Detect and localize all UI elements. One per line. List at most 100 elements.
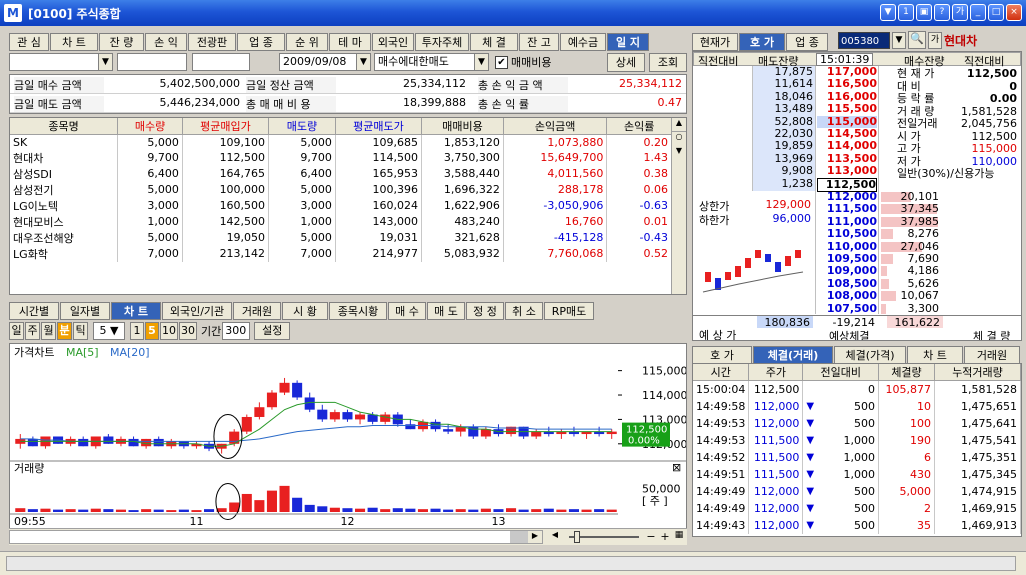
account-select[interactable]: ▼	[9, 53, 113, 71]
trade-row[interactable]: 15:00:04 112,500 0 105,877 1,581,528	[693, 380, 1021, 398]
zoom-handle[interactable]	[574, 531, 580, 543]
window-control-5[interactable]: _	[970, 4, 986, 21]
holdings-col[interactable]: 매도량	[268, 118, 336, 135]
left-tabs-4[interactable]: 전광판	[188, 33, 236, 51]
bottom-tabs-1[interactable]: 일자별	[60, 302, 110, 320]
period-button-3[interactable]: 분	[57, 322, 72, 340]
bottom-tabs-9[interactable]: 정 정	[466, 302, 504, 320]
bottom-tabs-6[interactable]: 종목시황	[329, 302, 387, 320]
left-tabs-6[interactable]: 순 위	[286, 33, 328, 51]
volume-close-icon[interactable]: ⊠	[672, 461, 681, 474]
right-tabs-0[interactable]: 현재가	[692, 33, 738, 51]
holdings-col[interactable]: 평균매도가	[335, 118, 423, 135]
holdings-col[interactable]: 매수량	[117, 118, 183, 135]
chart-grid-icon[interactable]: ▦	[673, 530, 685, 544]
table-row[interactable]: 삼성SDI 6,400 164,765 6,400 165,953 3,588,440 4,…	[10, 165, 672, 182]
scroll-right-icon[interactable]: ▶	[528, 531, 542, 543]
extra-field[interactable]	[192, 53, 250, 71]
window-control-2[interactable]: ▣	[916, 4, 932, 21]
period-button-0[interactable]: 일	[9, 322, 24, 340]
query-button[interactable]: 조회	[649, 53, 687, 72]
trade-row[interactable]: 14:49:49 112,000 ▼ 500 2 1,469,915	[693, 499, 1021, 517]
bottom-tabs-0[interactable]: 시간별	[9, 302, 59, 320]
holdings-col[interactable]: 매매비용	[421, 118, 504, 135]
scroll-down-icon[interactable]: ▼	[672, 146, 686, 160]
trade-tabs-1[interactable]: 체결(거래)	[753, 346, 833, 364]
window-control-4[interactable]: 가	[952, 4, 968, 21]
holdings-col[interactable]: 평균매입가	[182, 118, 270, 135]
table-row[interactable]: LG이노텍 3,000 160,500 3,000 160,024 1,622,906 -3…	[10, 197, 672, 214]
date-field[interactable]: 2009/09/08 ▼	[279, 53, 371, 71]
zoom-in-icon[interactable]: +	[659, 530, 671, 544]
interval-button-5[interactable]: 5	[145, 322, 159, 340]
left-tabs-1[interactable]: 차 트	[50, 33, 98, 51]
bottom-tabs-4[interactable]: 거래원	[233, 302, 281, 320]
bottom-tabs-5[interactable]: 시 황	[282, 302, 328, 320]
right-tabs-1[interactable]: 호 가	[739, 33, 785, 51]
holdings-col[interactable]: 손익률	[606, 118, 672, 135]
trade-row[interactable]: 14:49:53 111,500 ▼ 1,000 190 1,475,541	[693, 431, 1021, 449]
trades-col[interactable]: 전일대비	[802, 364, 879, 381]
trade-row[interactable]: 14:49:43 112,000 ▼ 500 35 1,469,913	[693, 516, 1021, 534]
bottom-tabs-7[interactable]: 매 수	[388, 302, 426, 320]
left-tabs-13[interactable]: 일 지	[607, 33, 649, 51]
chevron-down-icon[interactable]: ▼	[474, 54, 488, 70]
interval-button-1[interactable]: 1	[130, 322, 144, 340]
interval-button-10[interactable]: 10	[160, 322, 178, 340]
bottom-tabs-10[interactable]: 취 소	[505, 302, 543, 320]
left-tabs-9[interactable]: 투자주체	[415, 33, 469, 51]
detail-button[interactable]: 상세	[607, 53, 645, 72]
trade-tabs-3[interactable]: 차 트	[907, 346, 963, 364]
trade-row[interactable]: 14:49:53 112,000 ▼ 500 100 1,475,641	[693, 414, 1021, 432]
left-tabs-12[interactable]: 예수금	[560, 33, 606, 51]
trades-col[interactable]: 주가	[748, 364, 804, 381]
period-button-4[interactable]: 틱	[73, 322, 88, 340]
chevron-down-icon[interactable]: ▼	[892, 31, 906, 49]
trade-tabs-4[interactable]: 거래원	[964, 346, 1020, 364]
password-field[interactable]	[117, 53, 187, 71]
left-tabs-11[interactable]: 잔 고	[519, 33, 559, 51]
trades-col[interactable]: 시간	[693, 364, 750, 381]
table-row[interactable]: SK 5,000 109,100 5,000 109,685 1,853,120 1,073…	[10, 134, 672, 150]
favorite-icon[interactable]: 가	[928, 31, 942, 49]
zoom-out-icon[interactable]: −	[645, 530, 657, 544]
trade-tabs-2[interactable]: 체결(가격)	[834, 346, 906, 364]
period-button-2[interactable]: 월	[41, 322, 56, 340]
left-tabs-3[interactable]: 손 익	[145, 33, 187, 51]
bottom-tabs-11[interactable]: RP매도	[544, 302, 594, 320]
calendar-dropdown-icon[interactable]: ▼	[356, 54, 370, 70]
holdings-scrollbar[interactable]: ▲ ○ ▼	[671, 118, 686, 294]
left-tabs-0[interactable]: 관 심	[9, 33, 49, 51]
window-control-7[interactable]: ×	[1006, 4, 1022, 21]
scroll-left-icon[interactable]: ◀	[549, 530, 561, 544]
period-button-1[interactable]: 주	[25, 322, 40, 340]
bottom-tabs-3[interactable]: 외국인/기관	[162, 302, 232, 320]
right-tabs-2[interactable]: 업 종	[786, 33, 828, 51]
window-control-1[interactable]: 1	[898, 4, 914, 21]
bottom-tabs-8[interactable]: 매 도	[427, 302, 465, 320]
table-row[interactable]: 삼성전기 5,000 100,000 5,000 100,396 1,696,322 288…	[10, 181, 672, 198]
scroll-top-icon[interactable]: ○	[672, 132, 686, 146]
mode-select[interactable]: 매수에대한매도 ▼	[374, 53, 489, 71]
cost-checkbox[interactable]: ✔	[495, 55, 508, 69]
window-control-6[interactable]: □	[988, 4, 1004, 21]
cost-checkbox-group[interactable]: ✔ 매매비용	[495, 54, 551, 70]
interval-select[interactable]: 5 ▼	[93, 322, 125, 340]
bottom-tabs-2[interactable]: 차 트	[111, 302, 161, 320]
window-control-3[interactable]: ?	[934, 4, 950, 21]
window-control-0[interactable]: ▼	[880, 4, 896, 21]
interval-button-30[interactable]: 30	[179, 322, 197, 340]
chart-scroll-track[interactable]: ▶	[9, 530, 543, 544]
scroll-thumb[interactable]	[510, 531, 528, 543]
trade-tabs-0[interactable]: 호 가	[692, 346, 752, 364]
holdings-col[interactable]: 종목명	[10, 118, 119, 135]
chart-settings-button[interactable]: 설정	[254, 322, 291, 340]
left-tabs-8[interactable]: 외국인	[372, 33, 414, 51]
scroll-up-icon[interactable]: ▲	[672, 118, 686, 132]
trade-row[interactable]: 14:49:49 112,000 ▼ 500 5,000 1,474,915	[693, 482, 1021, 500]
range-input[interactable]: 300	[222, 322, 251, 340]
stock-code-input[interactable]: 005380	[838, 31, 890, 49]
table-row[interactable]: 현대차 9,700 112,500 9,700 114,500 3,750,300 15,6…	[10, 149, 672, 166]
table-row[interactable]: 현대모비스 1,000 142,500 1,000 143,000 483,240 16,7…	[10, 213, 672, 230]
table-row[interactable]: LG화학 7,000 213,142 7,000 214,977 5,083,932 7,7…	[10, 245, 672, 262]
